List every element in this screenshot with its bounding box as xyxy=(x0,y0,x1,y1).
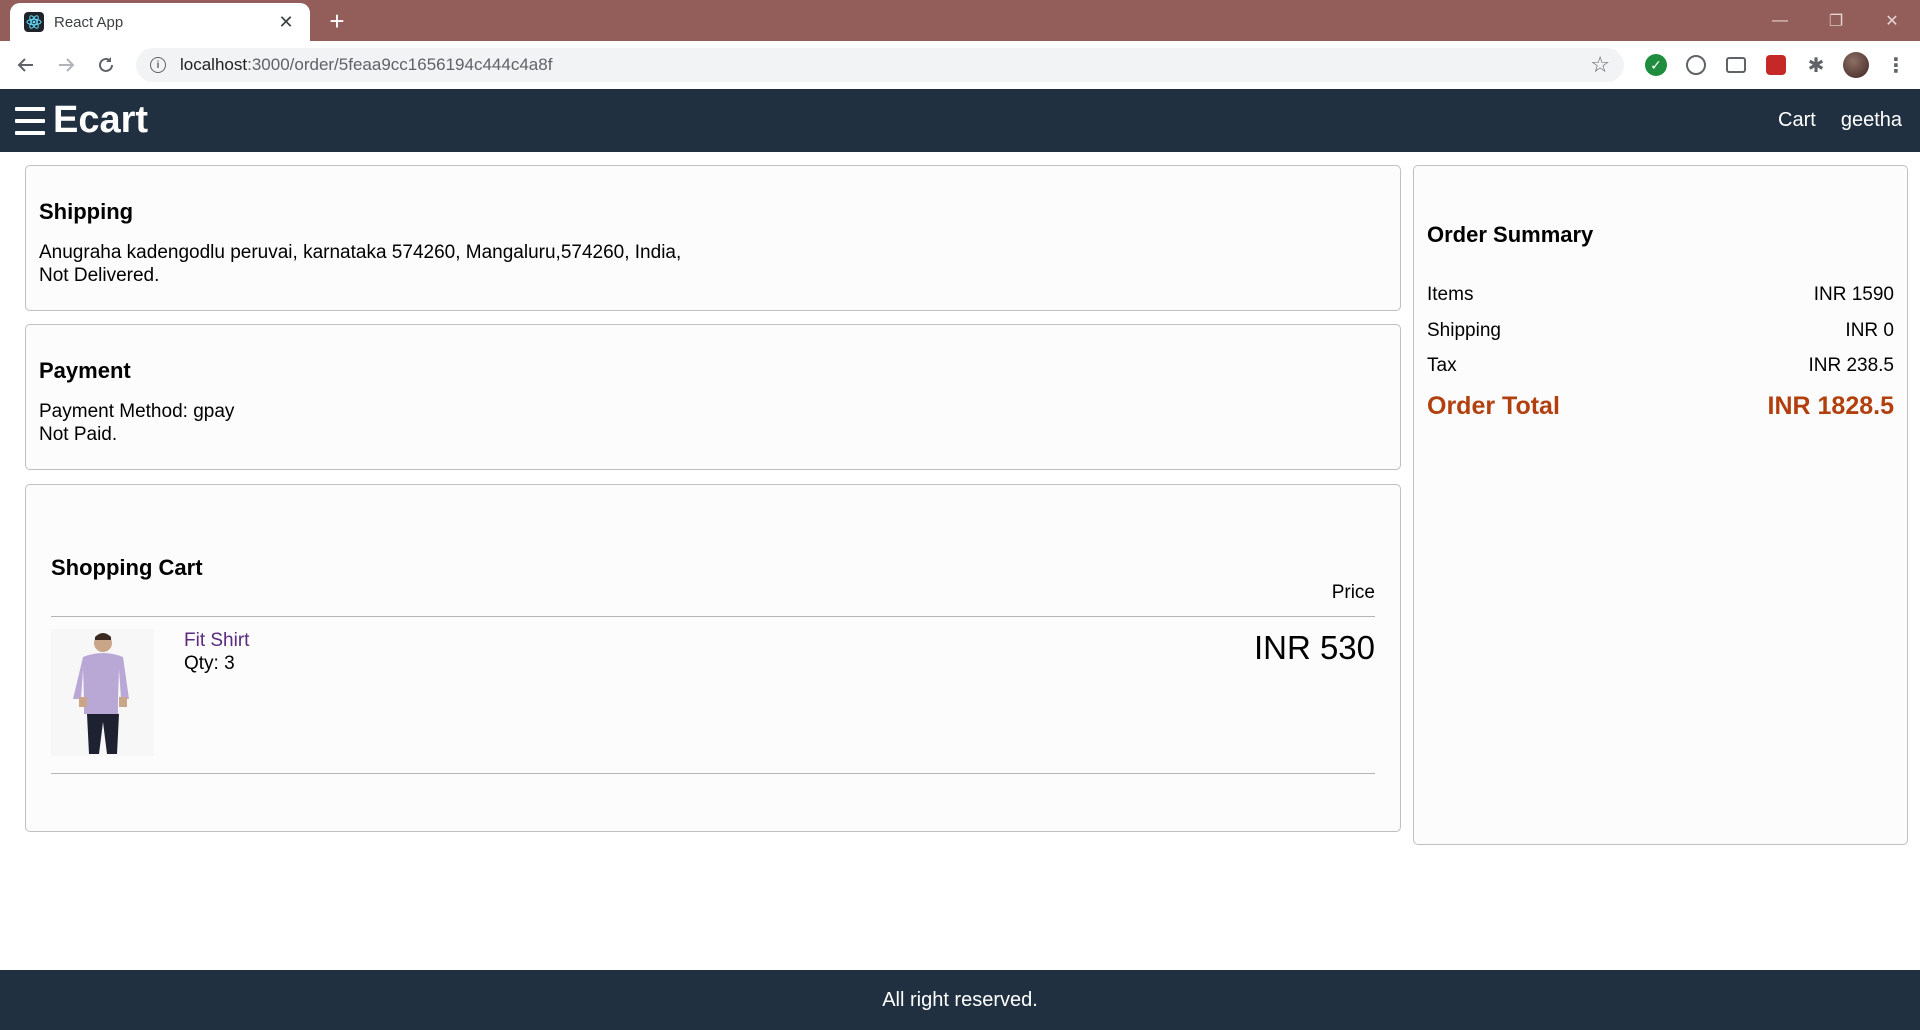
window-controls: — ❐ ✕ xyxy=(1752,0,1920,41)
delivery-status: Not Delivered. xyxy=(39,265,160,286)
payment-card: Payment Payment Method: gpay Not Paid. xyxy=(25,324,1401,470)
summary-row-shipping: Shipping INR 0 xyxy=(1427,320,1894,342)
summary-value: INR 0 xyxy=(1845,320,1894,341)
extension-check-icon[interactable]: ✓ xyxy=(1636,48,1676,82)
forward-icon[interactable] xyxy=(46,45,86,85)
address-bar[interactable]: i localhost:3000/order/5feaa9cc1656194c4… xyxy=(136,48,1624,82)
cart-title: Shopping Cart xyxy=(51,555,203,580)
cart-link[interactable]: Cart xyxy=(1778,109,1816,132)
reload-icon[interactable] xyxy=(86,45,126,85)
extensions-puzzle-icon[interactable]: ✱ xyxy=(1796,48,1836,82)
header-nav: Cart geetha xyxy=(1753,89,1902,152)
footer: All right reserved. xyxy=(0,970,1920,1030)
order-summary-card: Order Summary Items INR 1590 Shipping IN… xyxy=(1413,165,1908,845)
brand-logo-link[interactable]: Ecart xyxy=(53,99,148,142)
extension-globe-icon[interactable] xyxy=(1676,48,1716,82)
summary-row-total: Order Total INR 1828.5 xyxy=(1427,392,1894,421)
minimize-icon[interactable]: — xyxy=(1752,0,1808,41)
bookmark-star-icon[interactable]: ☆ xyxy=(1590,52,1610,78)
back-icon[interactable] xyxy=(6,45,46,85)
extension-camera-icon[interactable] xyxy=(1716,48,1756,82)
payment-method: Payment Method: gpay xyxy=(39,401,235,422)
footer-text: All right reserved. xyxy=(882,988,1038,1011)
browser-tab[interactable]: React App ✕ xyxy=(10,3,310,41)
new-tab-icon[interactable]: + xyxy=(322,6,352,36)
payment-title: Payment xyxy=(39,358,131,383)
summary-value: INR 238.5 xyxy=(1808,355,1894,376)
restore-icon[interactable]: ❐ xyxy=(1808,0,1864,41)
user-link[interactable]: geetha xyxy=(1841,109,1902,132)
summary-label: Shipping xyxy=(1427,320,1501,341)
site-info-icon[interactable]: i xyxy=(150,57,166,73)
divider xyxy=(51,616,1375,617)
extension-red-icon[interactable] xyxy=(1756,48,1796,82)
extensions-area: ✓ ✱ ⋮ xyxy=(1636,48,1916,82)
browser-tabstrip: React App ✕ + — ❐ ✕ xyxy=(0,0,1920,41)
shipping-address: Anugraha kadengodlu peruvai, karnataka 5… xyxy=(39,242,682,263)
browser-menu-icon[interactable]: ⋮ xyxy=(1876,48,1916,82)
price-header: Price xyxy=(1331,582,1375,603)
product-image xyxy=(51,629,154,756)
hamburger-menu-icon[interactable] xyxy=(15,106,45,135)
react-favicon-icon xyxy=(24,12,44,32)
product-qty: Qty: 3 xyxy=(184,653,235,674)
summary-row-tax: Tax INR 238.5 xyxy=(1427,355,1894,377)
summary-value: INR 1590 xyxy=(1813,284,1894,305)
close-tab-icon[interactable]: ✕ xyxy=(276,12,296,33)
profile-avatar[interactable] xyxy=(1836,48,1876,82)
order-total-label: Order Total xyxy=(1427,392,1560,420)
product-price: INR 530 xyxy=(1253,629,1375,666)
shipping-title: Shipping xyxy=(39,199,134,224)
summary-row-items: Items INR 1590 xyxy=(1427,284,1894,306)
browser-toolbar: i localhost:3000/order/5feaa9cc1656194c4… xyxy=(0,41,1920,89)
shipping-card: Shipping Anugraha kadengodlu peruvai, ka… xyxy=(25,165,1401,311)
shopping-cart-card: Shopping Cart Price Fit Shirt Qty: 3 INR… xyxy=(25,484,1401,832)
product-name-link[interactable]: Fit Shirt xyxy=(184,630,249,652)
order-total-value: INR 1828.5 xyxy=(1767,392,1894,420)
payment-status: Not Paid. xyxy=(39,424,118,445)
summary-label: Tax xyxy=(1427,355,1457,376)
order-summary-title: Order Summary xyxy=(1427,222,1594,247)
app-header: Ecart Cart geetha xyxy=(0,89,1920,152)
url-text: localhost:3000/order/5feaa9cc1656194c444… xyxy=(180,55,553,74)
tab-title: React App xyxy=(54,13,124,31)
close-window-icon[interactable]: ✕ xyxy=(1864,0,1920,41)
divider xyxy=(51,773,1375,774)
summary-label: Items xyxy=(1427,284,1474,305)
